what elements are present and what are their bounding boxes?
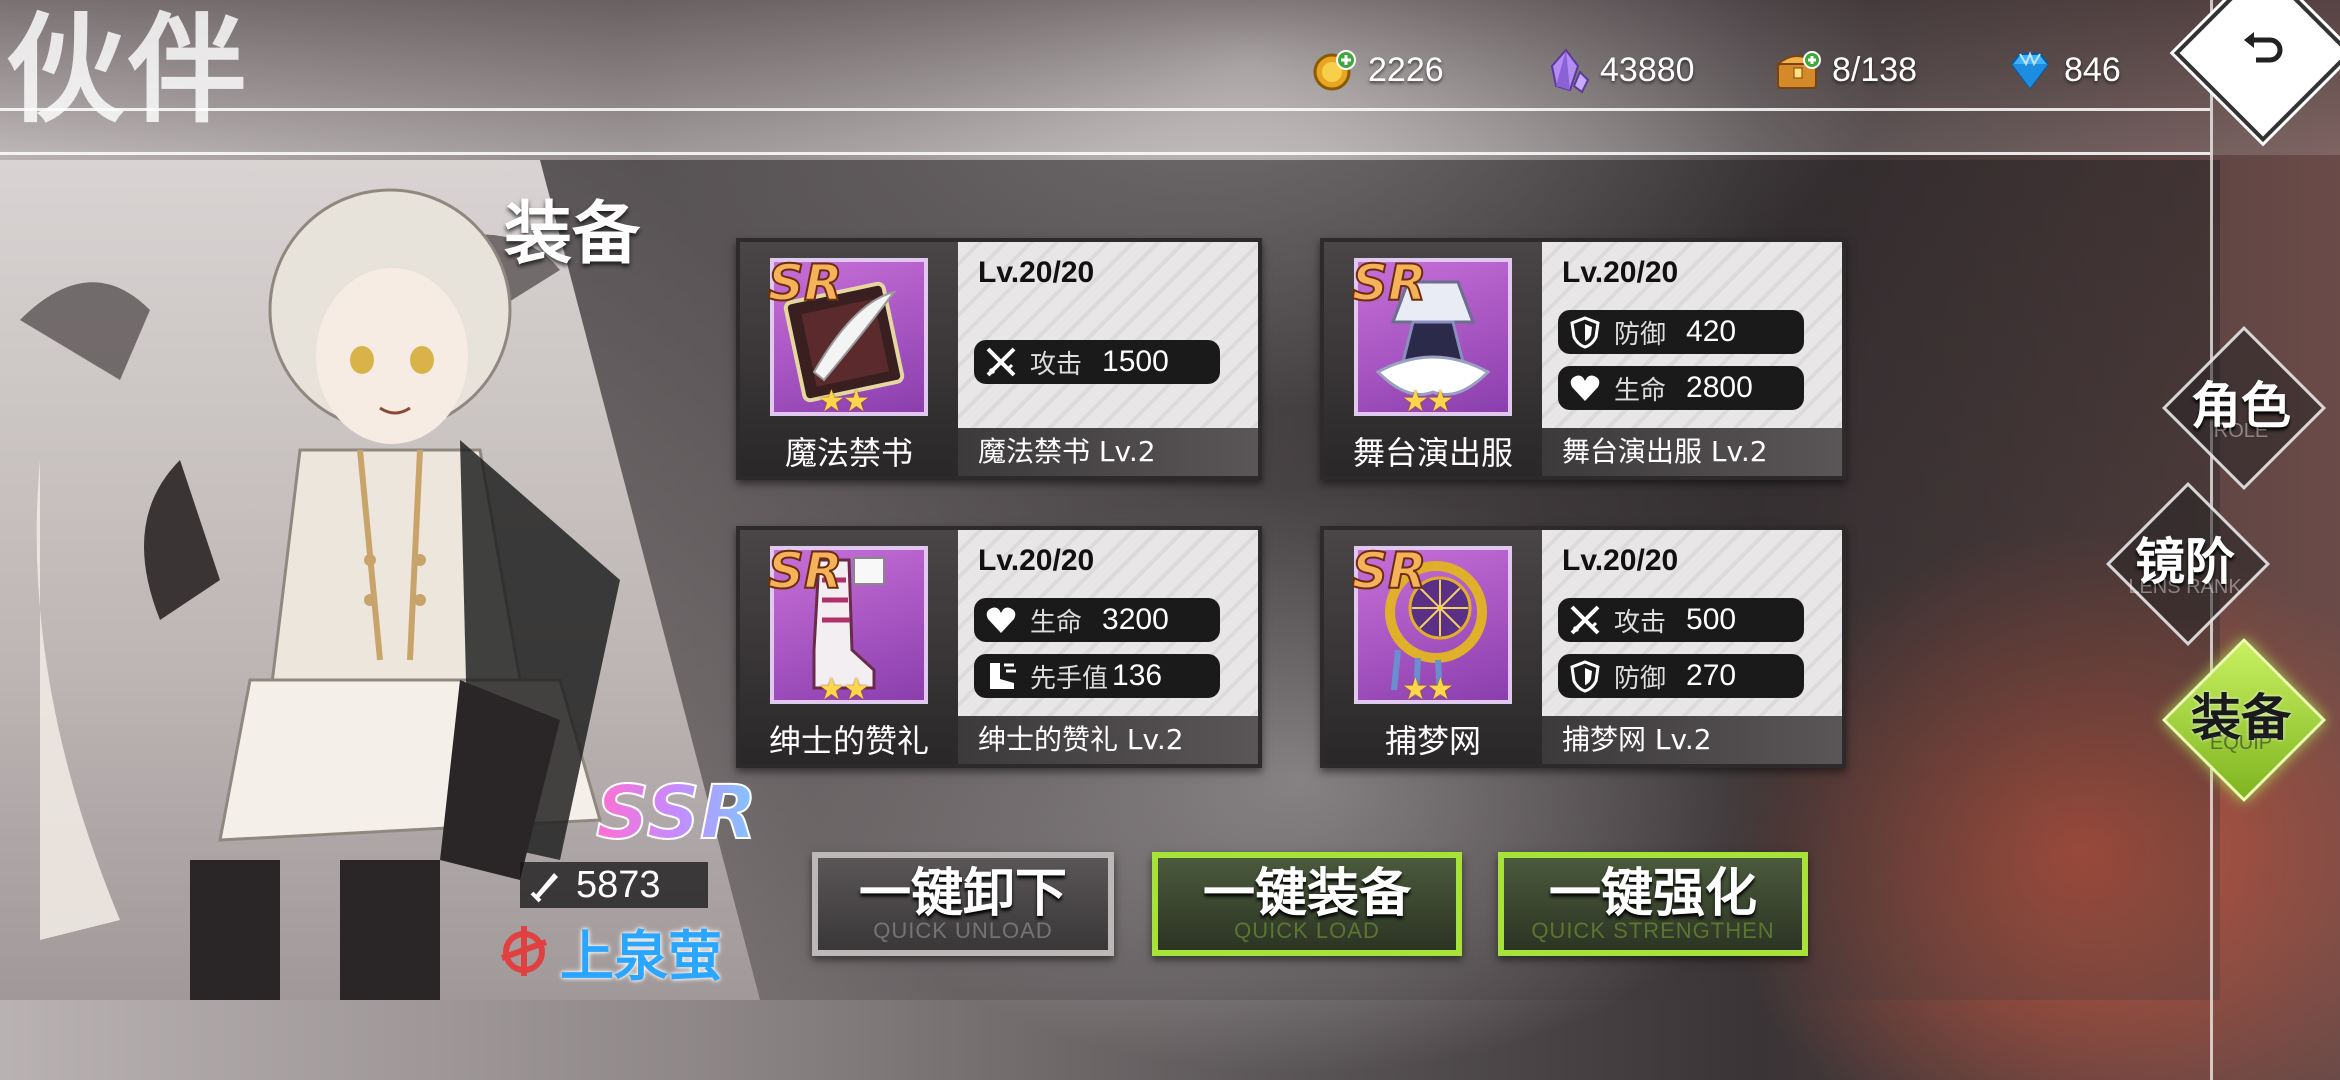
equipment-name: 舞台演出服: [1352, 434, 1513, 472]
stat-value: 2800: [1686, 371, 1753, 404]
stat-row: 生命 2800: [1558, 366, 1804, 410]
stat-label: 生命: [1614, 375, 1667, 406]
stat-row: 生命 3200: [974, 598, 1220, 642]
top-bar: [0, 0, 2340, 155]
equipment-rarity: SR: [1351, 253, 1428, 313]
character-name: 上泉萤: [560, 924, 722, 988]
top-divider: [0, 108, 2210, 111]
shield-icon: [1570, 316, 1600, 349]
stat-value: 3200: [1102, 603, 1169, 636]
sword-icon: [986, 347, 1016, 377]
stat-row: 防御 420: [1558, 310, 1804, 354]
resource-diamond[interactable]: 846: [2006, 42, 2121, 98]
equipment-card[interactable]: SR ★★ 魔法禁书 Lv.20/20 攻击 1500 魔法禁书 Lv.2: [736, 238, 1262, 480]
nav-equip[interactable]: 装备 EQUIP: [2161, 637, 2327, 803]
quick-load-button[interactable]: 一键装备 QUICK LOAD: [1152, 852, 1462, 956]
equipment-detail: Lv.20/20 防御 420 生命 2800 舞台演出服 Lv.2: [1542, 242, 1842, 476]
equipment-subname: 捕梦网 Lv.2: [1542, 716, 1842, 764]
power-value: 5873: [576, 863, 661, 906]
attribute-emblem-icon: [500, 926, 548, 976]
stat-label: 防御: [1614, 319, 1667, 350]
quick-strengthen-button[interactable]: 一键强化 QUICK STRENGTHEN: [1498, 852, 1808, 956]
equipment-subname: 绅士的赞礼 Lv.2: [958, 716, 1258, 764]
sword-icon: [1570, 605, 1600, 635]
stat-row: 攻击 500: [1558, 598, 1804, 642]
resource-gold[interactable]: 2226: [1310, 42, 1444, 98]
nav-role[interactable]: 角色 ROLE: [2161, 325, 2327, 491]
stat-label: 生命: [1030, 607, 1083, 638]
top-divider-lower: [0, 152, 2210, 155]
equipment-detail: Lv.20/20 攻击 1500 魔法禁书 Lv.2: [958, 242, 1258, 476]
heart-icon: [986, 607, 1016, 633]
quick-unload-button[interactable]: 一键卸下 QUICK UNLOAD: [812, 852, 1114, 956]
stat-value: 136: [1112, 659, 1163, 692]
equipment-level: Lv.20/20: [1562, 544, 1679, 577]
equipment-icon-area: SR ★★ 捕梦网: [1324, 530, 1542, 764]
section-title: 装备: [504, 194, 641, 274]
equipment-rarity: SR: [1351, 541, 1428, 601]
resource-chest[interactable]: 8/138: [1774, 42, 1917, 98]
equipment-level: Lv.20/20: [978, 544, 1095, 577]
heart-icon: [1570, 375, 1600, 401]
resource-crystal[interactable]: 43880: [1542, 42, 1695, 98]
stat-value: 270: [1686, 659, 1737, 692]
quick-load-en: QUICK LOAD: [1234, 918, 1380, 943]
equipment-icon-area: SR ★★ 舞台演出服: [1324, 242, 1542, 476]
sword-power-icon: [530, 873, 558, 903]
equipment-icon-area: SR ★★ 绅士的赞礼: [740, 530, 958, 764]
equipment-card[interactable]: SR ★★ 舞台演出服 Lv.20/20 防御 420 生命 2800 舞台演出…: [1320, 238, 1846, 480]
quick-unload-label: 一键卸下: [858, 864, 1067, 924]
stat-row: 先手值 136: [974, 654, 1220, 698]
equipment-stars: ★★: [1402, 672, 1454, 707]
stat-label: 防御: [1614, 663, 1667, 694]
equipment-name: 魔法禁书: [784, 434, 913, 472]
treasure-chest-icon: [1775, 51, 1821, 89]
stat-value: 1500: [1102, 345, 1169, 378]
back-arrow-icon[interactable]: [2238, 24, 2286, 72]
equipment-stars: ★★: [818, 672, 870, 707]
equipment-detail: Lv.20/20 生命 3200 先手值 136 绅士的赞礼 Lv.2: [958, 530, 1258, 764]
equipment-subname: 魔法禁书 Lv.2: [958, 428, 1258, 476]
stat-label: 攻击: [1030, 349, 1083, 380]
equipment-card[interactable]: SR ★★ 绅士的赞礼 Lv.20/20 生命 3200 先手值 136 绅士的…: [736, 526, 1262, 768]
equipment-level: Lv.20/20: [1562, 256, 1679, 289]
equipment-stars: ★★: [1402, 384, 1454, 419]
speed-boot-icon: [990, 663, 1016, 689]
equipment-rarity: SR: [767, 253, 844, 313]
equipment-stars: ★★: [818, 384, 870, 419]
stat-label: 先手值: [1030, 663, 1109, 694]
page-title: 伙伴: [6, 0, 251, 139]
character-power: 5873: [520, 862, 708, 908]
nav-role-en: ROLE: [2213, 420, 2269, 442]
equipment-level: Lv.20/20: [978, 256, 1095, 289]
nav-equip-en: EQUIP: [2209, 732, 2273, 754]
gold-coin-icon: [1313, 50, 1356, 91]
crystal-value: 43880: [1600, 50, 1695, 89]
gold-value: 2226: [1368, 50, 1444, 89]
stat-row: 防御 270: [1558, 654, 1804, 698]
equipment-card[interactable]: SR ★★ 捕梦网 Lv.20/20 攻击 500 防御 270 捕梦网 Lv.…: [1320, 526, 1846, 768]
purple-crystal-icon: [1550, 48, 1590, 94]
shield-icon: [1570, 660, 1600, 693]
equipment-detail: Lv.20/20 攻击 500 防御 270 捕梦网 Lv.2: [1542, 530, 1842, 764]
equipment-rarity: SR: [767, 541, 844, 601]
quick-strengthen-label: 一键强化: [1548, 864, 1757, 924]
stat-label: 攻击: [1614, 607, 1667, 638]
equipment-name: 绅士的赞礼: [768, 722, 929, 760]
nav-lens-rank[interactable]: 镜阶 LENS RANK: [2105, 481, 2271, 647]
quick-unload-en: QUICK UNLOAD: [873, 918, 1053, 943]
stat-value: 500: [1686, 603, 1737, 636]
stat-value: 420: [1686, 315, 1737, 348]
equipment-name: 捕梦网: [1384, 722, 1481, 760]
character-rarity-badge: SSR: [595, 769, 758, 857]
quick-load-label: 一键装备: [1202, 864, 1411, 924]
quick-strengthen-en: QUICK STRENGTHEN: [1531, 918, 1775, 943]
equipment-subname: 舞台演出服 Lv.2: [1542, 428, 1842, 476]
equipment-icon-area: SR ★★ 魔法禁书: [740, 242, 958, 476]
nav-lens-rank-en: LENS RANK: [2128, 576, 2242, 598]
diamond-value: 846: [2064, 50, 2121, 89]
stat-row: 攻击 1500: [974, 340, 1220, 384]
chest-value: 8/138: [1832, 50, 1918, 89]
blue-diamond-icon: [2010, 51, 2050, 90]
